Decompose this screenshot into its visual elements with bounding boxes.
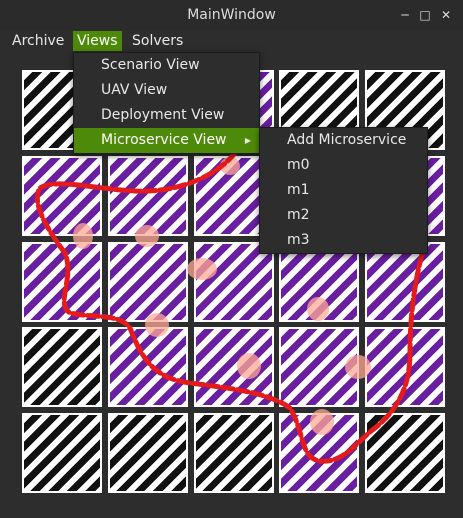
menu-item-label: Microservice View [101, 132, 227, 148]
menu-item-label: m0 [287, 157, 310, 173]
menu-solvers[interactable]: Solvers [128, 31, 187, 51]
menu-archive[interactable]: Archive [8, 31, 68, 51]
menu-views[interactable]: Views [73, 31, 122, 51]
menu-item-m3[interactable]: m3 [260, 228, 427, 253]
menu-item-label: Add Microservice [287, 132, 407, 148]
window-title: MainWindow [187, 7, 276, 23]
menu-item-label: Deployment View [101, 107, 225, 123]
menu-item-label: Scenario View [101, 57, 200, 73]
microservice-submenu: Add Microservice m0 m1 m2 m3 [259, 127, 428, 254]
menu-item-label: m2 [287, 207, 310, 223]
menu-item-label: m1 [287, 182, 310, 198]
title-bar: MainWindow ─ □ ✕ [0, 0, 463, 30]
maximize-button[interactable]: □ [416, 6, 434, 24]
submenu-arrow-icon: ▶ [244, 136, 251, 145]
minimize-button[interactable]: ─ [396, 6, 414, 24]
menu-item-m2[interactable]: m2 [260, 203, 427, 228]
views-menu: Scenario View UAV View Deployment View M… [73, 52, 260, 154]
menu-item-scenario-view[interactable]: Scenario View [74, 53, 259, 78]
menu-item-label: UAV View [101, 82, 168, 98]
menu-item-m1[interactable]: m1 [260, 178, 427, 203]
menu-item-label: m3 [287, 232, 310, 248]
menu-item-deployment-view[interactable]: Deployment View [74, 103, 259, 128]
menu-item-add-microservice[interactable]: Add Microservice [260, 128, 427, 153]
close-button[interactable]: ✕ [437, 6, 455, 24]
menu-item-uav-view[interactable]: UAV View [74, 78, 259, 103]
menu-item-m0[interactable]: m0 [260, 153, 427, 178]
menu-item-microservice-view[interactable]: Microservice View ▶ [74, 128, 259, 153]
menu-bar: Archive Views Solvers [0, 30, 463, 52]
